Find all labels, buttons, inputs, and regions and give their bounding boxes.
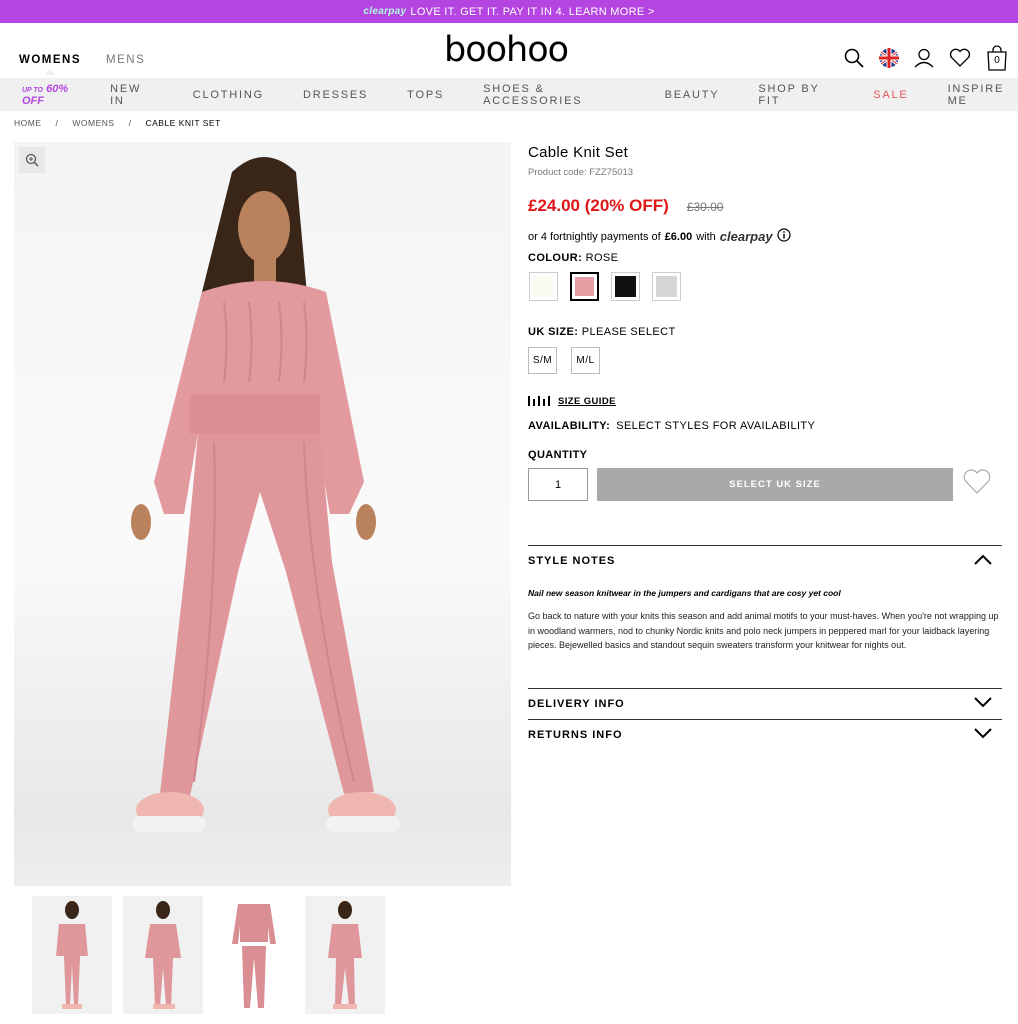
nav-clothing[interactable]: CLOTHING [193,89,264,101]
product-code: Product code: FZZ75013 [528,167,634,178]
clearpay-message: or 4 fortnightly payments of £6.00 with … [528,228,1002,245]
nav-tops[interactable]: TOPS [407,89,444,101]
delivery-info-header[interactable]: DELIVERY INFO [528,689,1002,719]
colour-label: COLOUR: ROSE [528,252,619,264]
nav-shoes-accessories[interactable]: SHOES & ACCESSORIES [483,83,625,107]
quantity-input[interactable]: 1 [528,468,588,501]
pay-with: with [696,230,716,243]
breadcrumb: HOME / WOMENS / CABLE KNIT SET [14,118,221,128]
account-icon[interactable] [914,48,934,68]
nav-new-in[interactable]: NEW IN [110,83,154,107]
info-icon[interactable] [776,228,791,245]
nav-beauty[interactable]: BEAUTY [665,89,720,101]
swatch-cream[interactable] [529,272,558,301]
original-price: £30.00 [686,200,724,214]
style-notes-section: STYLE NOTES Nail new season knitwear in … [528,545,1002,653]
thumbnail-image[interactable] [123,896,203,1014]
ruler-icon [528,394,550,409]
chevron-down-icon [974,728,992,742]
thumbnail-strip [32,896,385,1014]
style-notes-body: Go back to nature with your knits this s… [528,611,999,650]
delivery-info-title: DELIVERY INFO [528,698,625,710]
breadcrumb-current: CABLE KNIT SET [145,118,221,128]
swatch-rose[interactable] [570,272,599,301]
thumbnail-image[interactable] [305,896,385,1014]
size-options: S/M M/L [528,347,1002,374]
delivery-info-section[interactable]: DELIVERY INFO [528,688,1002,719]
breadcrumb-separator: / [55,118,59,128]
returns-info-title: RETURNS INFO [528,729,623,741]
pay-amount: £6.00 [664,230,693,243]
womens-link[interactable]: WOMENS [19,54,81,75]
sale-price: £24.00 (20% OFF) [528,196,669,215]
size-option-ml[interactable]: M/L [571,347,600,374]
breadcrumb-womens[interactable]: WOMENS [72,118,114,128]
promo-banner[interactable]: clearpay LOVE IT. GET IT. PAY IT IN 4. L… [0,0,1018,23]
mens-link[interactable]: MENS [106,54,145,75]
colour-value: ROSE [585,252,619,264]
zoom-icon[interactable] [19,147,45,173]
availability: AVAILABILITY: SELECT STYLES FOR AVAILABIL… [528,420,816,432]
availability-value: SELECT STYLES FOR AVAILABILITY [616,420,816,432]
returns-info-section[interactable]: RETURNS INFO [528,719,1002,750]
size-value: PLEASE SELECT [581,326,676,338]
swatch-grey[interactable] [652,272,681,301]
size-guide-label: SIZE GUIDE [558,396,616,407]
size-guide-link[interactable]: SIZE GUIDE [528,394,1002,409]
nav-sale[interactable]: SALE [873,89,908,101]
size-option-sm[interactable]: S/M [528,347,557,374]
gender-switch: WOMENS MENS [19,54,145,75]
buy-row: 1 SELECT UK SIZE [528,468,1002,501]
promo-text: LOVE IT. GET IT. PAY IT IN 4. LEARN MORE… [410,5,655,18]
pay-prefix: or 4 fortnightly payments of [528,230,661,243]
colour-swatches [528,272,1002,301]
deal-badge[interactable]: UP TO 60% OFF [22,83,72,107]
chevron-up-icon [974,554,992,568]
header-icons: 0 [844,45,1008,71]
thumbnail-image[interactable] [214,896,294,1014]
main-product-image[interactable] [14,142,511,886]
bag-count: 0 [994,55,1000,66]
returns-info-header[interactable]: RETURNS INFO [528,720,1002,750]
site-logo[interactable]: boohoo [444,30,569,70]
main-nav: UP TO 60% OFF NEW IN CLOTHING DRESSES TO… [0,78,1018,111]
price-row: £24.00 (20% OFF) £30.00 [528,196,1002,216]
breadcrumb-home[interactable]: HOME [14,118,42,128]
clearpay-logo: clearpay [719,229,773,244]
nav-shop-by-fit[interactable]: SHOP BY FIT [758,83,834,107]
thumbnail-image[interactable] [32,896,112,1014]
wishlist-heart-icon[interactable] [962,468,992,501]
style-notes-title: STYLE NOTES [528,555,616,567]
clearpay-logo: clearpay [363,6,407,17]
size-label: UK SIZE: PLEASE SELECT [528,326,676,338]
search-icon[interactable] [844,48,864,68]
quantity-label: QUANTITY [528,449,588,461]
nav-inspire-me[interactable]: INSPIRE ME [948,83,1018,107]
bag-icon[interactable]: 0 [986,45,1008,71]
style-notes-intro: Nail new season knitwear in the jumpers … [528,588,841,598]
chevron-down-icon [974,697,992,711]
add-to-bag-button[interactable]: SELECT UK SIZE [597,468,953,501]
wishlist-icon[interactable] [949,48,971,68]
nav-dresses[interactable]: DRESSES [303,89,368,101]
site-header: WOMENS MENS boohoo 0 [0,23,1018,78]
uk-flag-icon[interactable] [879,48,899,68]
breadcrumb-separator: / [128,118,132,128]
swatch-black[interactable] [611,272,640,301]
product-title: Cable Knit Set [528,144,629,161]
product-details: Cable Knit Set Product code: FZZ75013 £2… [528,144,1002,501]
style-notes-header[interactable]: STYLE NOTES [528,546,1002,576]
